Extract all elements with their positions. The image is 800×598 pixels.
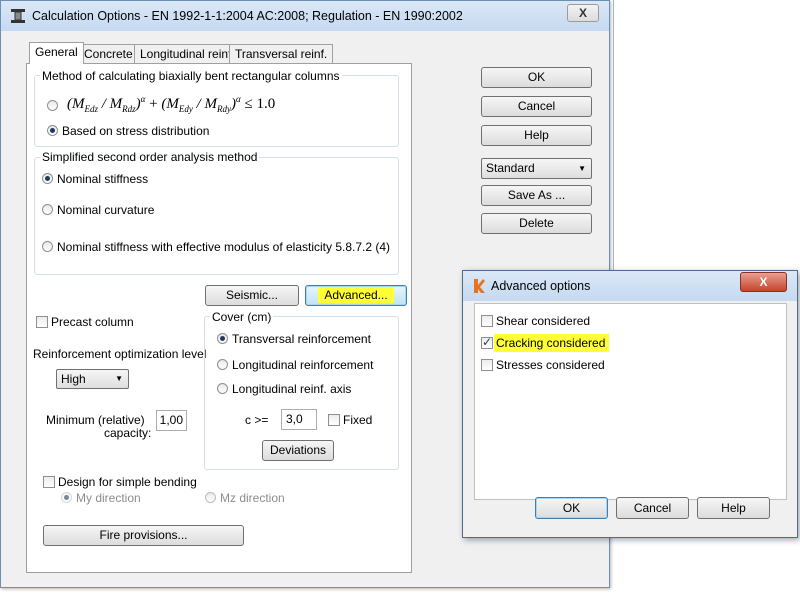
cancel-button[interactable]: Cancel — [481, 96, 592, 117]
cover-c-input[interactable]: 3,0 — [281, 409, 317, 430]
cancel-button-label: Cancel — [517, 99, 556, 113]
radio-cover-transversal[interactable] — [217, 333, 228, 344]
min-capacity-value: 1,00 — [159, 413, 183, 427]
precast-column-label: Precast column — [51, 315, 134, 329]
advanced-cancel-label: Cancel — [633, 501, 672, 515]
advanced-options-panel — [474, 303, 787, 500]
nominal-stiffness-effective-label: Nominal stiffness with effective modulus… — [57, 240, 391, 254]
radio-formula-method[interactable] — [47, 100, 58, 111]
ok-button[interactable]: OK — [481, 67, 592, 88]
seismic-button[interactable]: Seismic... — [205, 285, 299, 306]
seismic-button-label: Seismic... — [225, 288, 278, 302]
stress-distribution-label: Based on stress distribution — [62, 124, 210, 138]
tab-concrete-label: Concrete — [84, 47, 133, 61]
save-as-button-label: Save As ... — [507, 188, 566, 202]
optimization-level-label: Reinforcement optimization level — [33, 347, 207, 361]
radio-cover-longitudinal-axis[interactable] — [217, 383, 228, 394]
delete-button-label: Delete — [519, 216, 554, 230]
deviations-button[interactable]: Deviations — [262, 440, 334, 461]
fixed-label: Fixed — [343, 413, 373, 427]
cover-transversal-label: Transversal reinforcement — [232, 332, 371, 346]
advanced-button[interactable]: Advanced... — [305, 285, 407, 306]
cover-longitudinal-axis-label: Longitudinal reinf. axis — [232, 382, 352, 396]
column-icon — [10, 8, 26, 24]
min-capacity-input[interactable]: 1,00 — [156, 410, 187, 431]
tab-longitudinal-label: Longitudinal reinf. — [140, 47, 235, 61]
tab-general[interactable]: General — [29, 42, 84, 64]
shear-considered-label: Shear considered — [496, 314, 591, 328]
optimization-level-value: High — [61, 372, 86, 386]
chevron-down-icon: ▼ — [578, 164, 586, 173]
advanced-close-button[interactable]: X — [740, 272, 787, 292]
main-titlebar[interactable]: Calculation Options - EN 1992-1-1:2004 A… — [1, 1, 609, 31]
advanced-ok-label: OK — [562, 501, 581, 515]
simple-bending-label: Design for simple bending — [58, 475, 197, 489]
save-as-button[interactable]: Save As ... — [481, 185, 592, 206]
chevron-down-icon: ▼ — [115, 374, 123, 383]
tab-general-label: General — [35, 45, 78, 59]
simple-bending-checkbox[interactable] — [43, 476, 55, 488]
min-capacity-label-line1: Minimum (relative) — [46, 413, 145, 427]
nominal-stiffness-label: Nominal stiffness — [57, 172, 149, 186]
close-icon: X — [578, 6, 587, 20]
tab-concrete[interactable]: Concrete — [78, 44, 139, 64]
stresses-considered-checkbox[interactable] — [481, 359, 493, 371]
advanced-help-button[interactable]: Help — [697, 497, 770, 519]
advanced-ok-button[interactable]: OK — [535, 497, 608, 519]
second-order-group-label: Simplified second order analysis method — [40, 150, 260, 164]
advanced-cancel-button[interactable]: Cancel — [616, 497, 689, 519]
deviations-button-label: Deviations — [269, 443, 327, 457]
fire-provisions-label: Fire provisions... — [99, 528, 188, 542]
cover-c-value: 3,0 — [286, 412, 303, 426]
radio-nominal-curvature[interactable] — [42, 204, 53, 215]
shear-considered-checkbox[interactable] — [481, 315, 493, 327]
precast-column-checkbox[interactable] — [36, 316, 48, 328]
advanced-titlebar[interactable]: Advanced options X — [463, 271, 797, 301]
radio-mz-direction[interactable] — [205, 492, 216, 503]
standard-select-value: Standard — [486, 161, 535, 175]
advanced-help-label: Help — [721, 501, 746, 515]
min-capacity-label-line2: capacity: — [104, 426, 152, 440]
fire-provisions-button[interactable]: Fire provisions... — [43, 525, 244, 546]
radio-stress-distribution[interactable] — [47, 125, 58, 136]
radio-nominal-stiffness[interactable] — [42, 173, 53, 184]
standard-select[interactable]: Standard ▼ — [481, 158, 592, 179]
cover-group-label: Cover (cm) — [210, 310, 274, 324]
stresses-considered-label: Stresses considered — [496, 358, 605, 372]
optimization-level-select[interactable]: High ▼ — [56, 369, 129, 389]
tab-transversal-reinf[interactable]: Transversal reinf. — [229, 44, 334, 64]
radio-cover-longitudinal[interactable] — [217, 359, 228, 370]
radio-my-direction[interactable] — [61, 492, 72, 503]
mz-direction-label: Mz direction — [220, 491, 285, 505]
delete-button[interactable]: Delete — [481, 213, 592, 234]
tab-longitudinal-reinf[interactable]: Longitudinal reinf. — [134, 44, 241, 64]
tab-transversal-label: Transversal reinf. — [235, 47, 328, 61]
app-logo-icon — [472, 278, 486, 294]
cracking-considered-checkbox[interactable] — [481, 335, 493, 349]
radio-nominal-stiffness-effective[interactable] — [42, 241, 53, 252]
cover-longitudinal-label: Longitudinal reinforcement — [232, 358, 374, 372]
help-button[interactable]: Help — [481, 125, 592, 146]
nominal-curvature-label: Nominal curvature — [57, 203, 155, 217]
cracking-considered-label: Cracking considered — [494, 334, 610, 352]
advanced-dialog-title: Advanced options — [491, 279, 591, 293]
main-close-button[interactable]: X — [567, 4, 599, 22]
my-direction-label: My direction — [76, 491, 141, 505]
help-button-label: Help — [524, 128, 549, 142]
biaxial-formula: (MEdz / MRdz)α + (MEdy / MRdy)α ≤ 1.0 — [67, 94, 276, 114]
advanced-options-dialog: Advanced options X Shear considered Crac… — [462, 270, 798, 538]
cover-c-label: c >= — [245, 413, 269, 427]
fixed-checkbox[interactable] — [328, 414, 340, 426]
ok-button-label: OK — [527, 70, 546, 84]
advanced-button-label: Advanced... — [318, 287, 394, 303]
background-line — [613, 0, 614, 270]
main-window-title: Calculation Options - EN 1992-1-1:2004 A… — [32, 9, 463, 23]
biaxial-group-label: Method of calculating biaxially bent rec… — [40, 69, 342, 83]
close-icon: X — [759, 275, 768, 289]
